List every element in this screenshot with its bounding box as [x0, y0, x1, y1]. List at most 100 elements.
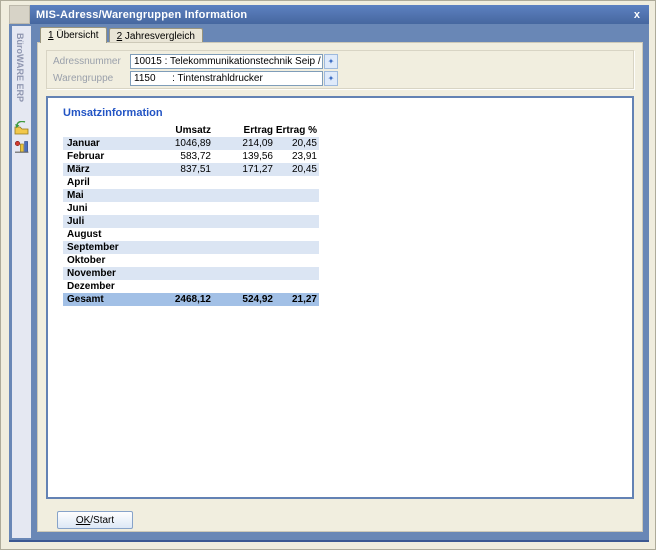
ok-start-label-rest: /Start: [90, 515, 114, 526]
value-cell: [211, 228, 273, 241]
month-cell: Juni: [63, 202, 149, 215]
warengruppe-label: Warengruppe: [53, 73, 130, 84]
month-cell: August: [63, 228, 149, 241]
value-cell: [149, 254, 211, 267]
month-cell: Juli: [63, 215, 149, 228]
value-cell: 2468,12: [149, 293, 211, 306]
value-cell: [273, 228, 319, 241]
tab-bar: 1 Übersicht 2 Jahresvergleich: [40, 27, 205, 43]
table-row: Juli: [63, 215, 319, 228]
table-header-row: Umsatz Ertrag Ertrag %: [63, 124, 319, 137]
table-row: März837,51171,2720,45: [63, 163, 319, 176]
month-cell: Februar: [63, 150, 149, 163]
sidebar: BüroWARE ERP: [12, 26, 31, 538]
value-cell: 23,91: [273, 150, 319, 163]
value-cell: 837,51: [149, 163, 211, 176]
selection-groupbox: Adressnummer 10015 : Telekommunikationst…: [46, 50, 634, 89]
ok-start-label-accel: OK: [76, 515, 90, 526]
app-window: MIS-Adress/Warengruppen Information x Bü…: [0, 0, 656, 550]
adressnummer-field[interactable]: 10015 : Telekommunikationstechnik Seip /…: [130, 54, 323, 69]
table-row: September: [63, 241, 319, 254]
window-frame: BüroWARE ERP: [9, 24, 649, 542]
adressnummer-dropdown-button[interactable]: ✦: [324, 54, 338, 69]
table-row: Dezember: [63, 280, 319, 293]
diamond-icon: ✦: [328, 75, 335, 83]
value-cell: [149, 176, 211, 189]
value-cell: 20,45: [273, 137, 319, 150]
warengruppe-field[interactable]: 1150 : Tintenstrahldrucker: [130, 71, 323, 86]
ok-start-button[interactable]: OK/Start: [57, 511, 133, 529]
panel-title: Umsatzinformation: [63, 107, 163, 119]
value-cell: [273, 176, 319, 189]
adressnummer-label: Adressnummer: [53, 56, 130, 67]
value-cell: [211, 202, 273, 215]
value-cell: [149, 241, 211, 254]
month-cell: Oktober: [63, 254, 149, 267]
window-title: MIS-Adress/Warengruppen Information: [30, 9, 247, 21]
tab-uebersicht[interactable]: 1 Übersicht: [40, 27, 107, 43]
month-cell: Mai: [63, 189, 149, 202]
chart-button[interactable]: [13, 140, 30, 156]
month-cell: Gesamt: [63, 293, 149, 306]
value-cell: [273, 189, 319, 202]
value-cell: [149, 189, 211, 202]
table-row: Februar583,72139,5623,91: [63, 150, 319, 163]
value-cell: [149, 280, 211, 293]
month-cell: September: [63, 241, 149, 254]
header-cell-month: [63, 124, 149, 137]
value-cell: [211, 189, 273, 202]
value-cell: 214,09: [211, 137, 273, 150]
value-cell: [211, 267, 273, 280]
value-cell: [149, 228, 211, 241]
table-row: Juni: [63, 202, 319, 215]
value-cell: [273, 215, 319, 228]
table-row: Mai: [63, 189, 319, 202]
value-cell: [211, 241, 273, 254]
corner-box: [9, 5, 30, 24]
value-cell: 139,56: [211, 150, 273, 163]
value-cell: [211, 215, 273, 228]
table-row: Januar1046,89214,0920,45: [63, 137, 319, 150]
value-cell: [149, 267, 211, 280]
month-cell: Dezember: [63, 280, 149, 293]
content-panel: Adressnummer 10015 : Telekommunikationst…: [37, 42, 643, 532]
table-row: Gesamt2468,12524,9221,27: [63, 293, 319, 306]
tab-jahresvergleich[interactable]: 2 Jahresvergleich: [109, 28, 203, 43]
value-cell: [149, 202, 211, 215]
month-cell: November: [63, 267, 149, 280]
form-row: Warengruppe 1150 : Tintenstrahldrucker ✦: [53, 71, 338, 86]
warengruppe-dropdown-button[interactable]: ✦: [324, 71, 338, 86]
value-cell: [273, 254, 319, 267]
title-bar: MIS-Adress/Warengruppen Information x: [30, 5, 649, 24]
value-cell: 524,92: [211, 293, 273, 306]
brand-label: BüroWARE ERP: [15, 33, 25, 102]
value-cell: [149, 215, 211, 228]
value-cell: [273, 202, 319, 215]
form-row: Adressnummer 10015 : Telekommunikationst…: [53, 54, 338, 69]
value-cell: 1046,89: [149, 137, 211, 150]
close-button[interactable]: x: [634, 9, 649, 21]
value-cell: 20,45: [273, 163, 319, 176]
table-row: Oktober: [63, 254, 319, 267]
umsatz-table-body: Januar1046,89214,0920,45Februar583,72139…: [63, 137, 319, 306]
value-cell: 21,27: [273, 293, 319, 306]
umsatz-panel: Umsatzinformation Umsatz Ertrag Ertrag %…: [46, 96, 634, 499]
value-cell: [211, 176, 273, 189]
folder-export-icon: [14, 121, 29, 140]
folder-export-button[interactable]: [13, 122, 30, 138]
header-cell-ertrag: Ertrag: [211, 124, 273, 137]
header-cell-umsatz: Umsatz: [149, 124, 211, 137]
month-cell: Januar: [63, 137, 149, 150]
value-cell: [211, 280, 273, 293]
header-cell-ertrag-pct: Ertrag %: [273, 124, 319, 137]
diamond-icon: ✦: [328, 58, 335, 66]
umsatz-table: Umsatz Ertrag Ertrag % Januar1046,89214,…: [63, 124, 319, 306]
value-cell: [273, 280, 319, 293]
bar-chart-icon: [14, 139, 29, 158]
table-row: November: [63, 267, 319, 280]
month-cell: April: [63, 176, 149, 189]
table-row: August: [63, 228, 319, 241]
value-cell: 583,72: [149, 150, 211, 163]
value-cell: 171,27: [211, 163, 273, 176]
value-cell: [273, 267, 319, 280]
